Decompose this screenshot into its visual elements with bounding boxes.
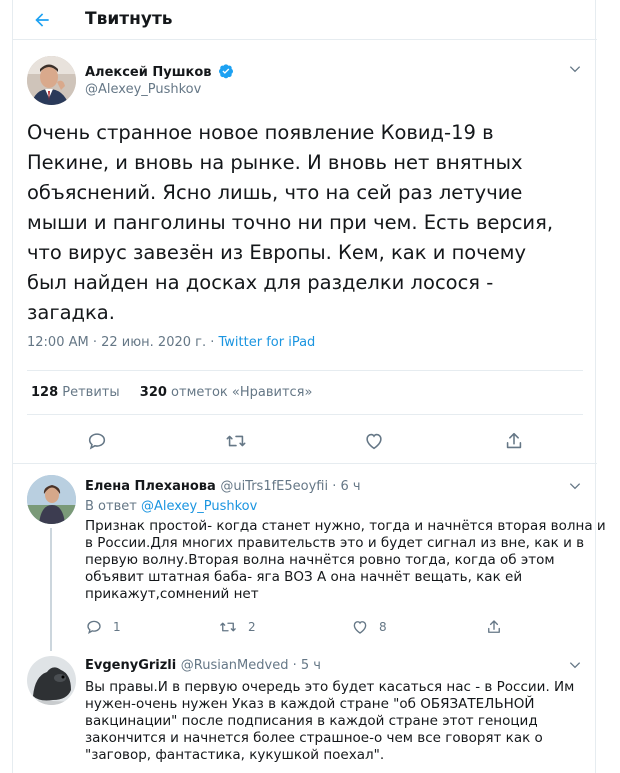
tweet-page: Твитнуть Алексей Пушков @Alexey_Pushkov … [12,0,606,773]
reply-text-line: в России.Для многих правительств это и б… [85,535,585,551]
chevron-down-icon [569,66,581,73]
tweet-source-link[interactable]: Twitter for iPad [219,335,316,350]
tweet-text-line: Пекине, и вновь на рынке. И вновь нет вн… [27,151,523,174]
retweet-button[interactable] [224,430,248,452]
reply-text: Признак простой- когда станет нужно, тог… [85,518,606,603]
reply-author-avatar[interactable] [27,475,76,524]
reply-button[interactable] [86,430,108,452]
reply-text-line: первую волну.Вторая волна начнётся ровно… [85,552,555,568]
tweet-text-line: мыши и панголины точно ни при чем. Есть … [27,211,554,234]
back-button[interactable] [27,6,57,34]
in-reply-prefix: В ответ [85,499,141,514]
divider [27,370,583,371]
like-button[interactable] [363,430,385,452]
tweet-stats: 128 Ретвиты 320 отметок «Нравится» [31,385,328,400]
reply-text-line: вакцинации" после подписания в каждой ст… [85,713,538,729]
author-avatar[interactable] [27,56,76,105]
reply-author-name[interactable]: Елена Плеханова @uiTrs1fE5eoyfii · 6 ч [85,479,361,494]
retweet-icon [220,622,236,632]
verified-badge-icon [219,64,234,79]
like-count: 8 [379,620,387,634]
retweets-count: 128 [31,385,59,400]
tweet-text-line: объяснений. Ясно лишь, что на сей раз ле… [27,181,523,204]
reply-author-name[interactable]: EvgenyGrizli @RusianMedved · 5 ч [85,658,321,673]
reply-text-line: Вы правы.И в первую очередь это будет ка… [85,679,575,695]
author-name-text: Алексей Пушков [85,65,212,80]
retweets-label: Ретвиты [58,385,120,400]
reply-count: 1 [113,620,121,634]
chevron-down-icon [569,483,581,490]
author-handle[interactable]: @Alexey_Pushkov [85,82,201,97]
arrow-left-icon [35,13,49,27]
reply-icon [87,620,101,634]
tweet-timestamp[interactable]: 12:00 AM · 22 июн. 2020 г. · [27,335,219,350]
tweet-text-line: загадка. [27,301,115,324]
reply-author-handle: @RusianMedved [180,658,289,673]
reply-more-options-button[interactable] [566,656,584,674]
tweet-text-line: был найден на досках для разделки лосося… [27,271,494,294]
tweet-text-line: что вирус завезён из Европы. Кем, как и … [27,241,527,264]
in-reply-to: В ответ @Alexey_Pushkov [85,499,257,514]
tweet-text-line: Очень странное новое появление Ковид-19 … [27,121,494,144]
likes-stat[interactable]: 320 отметок «Нравится» [140,385,313,400]
reply-more-options-button[interactable] [566,477,584,495]
author-name[interactable]: Алексей Пушков [85,63,234,80]
retweet-count: 2 [248,620,256,634]
reply-text-line: Признак простой- когда станет нужно, тог… [85,518,606,534]
in-reply-handle-link[interactable]: @Alexey_Pushkov [141,499,257,514]
share-icon [506,432,522,449]
reply-like-button[interactable]: 8 [351,618,387,636]
chevron-down-icon [569,662,581,669]
reply-icon [88,433,106,450]
reply-text-line: закончится и начнется более страшное-о ч… [85,730,543,746]
reply-text-line: "заговор, фантастика, кукушкой поехал". [85,747,385,763]
retweet-icon [226,435,246,447]
share-icon [488,620,500,633]
reply-reply-button[interactable]: 1 [85,618,121,636]
page-title: Твитнуть [85,9,173,29]
reply-time: · 6 ч [328,479,361,494]
retweets-stat[interactable]: 128 Ретвиты [31,385,120,400]
divider [13,463,597,464]
likes-label: отметок «Нравится» [166,385,313,400]
reply-time: · 5 ч [288,658,321,673]
tweet-text: Очень странное новое появление Ковид-19 … [27,118,557,328]
divider [27,414,583,415]
reply-author-avatar[interactable] [27,656,76,705]
reply-text-line: прикажут,сомнений нет [85,586,259,602]
reply-author-name-text: Елена Плеханова [85,479,216,494]
reply-retweet-button[interactable]: 2 [218,618,256,636]
reply-share-button[interactable] [485,618,503,636]
reply-author-name-text: EvgenyGrizli [85,658,177,673]
reply-author-handle: @uiTrs1fE5eoyfii [220,479,329,494]
thread-line [50,528,52,651]
share-button[interactable] [503,430,525,452]
reply-text-line: объявит штатная баба- яга ВОЗ А она начн… [85,569,523,585]
heart-icon [366,433,382,450]
more-options-button[interactable] [566,60,584,78]
page-header: Твитнуть [13,0,597,40]
tweet-meta: 12:00 AM · 22 июн. 2020 г. · Twitter for… [27,335,315,350]
likes-count: 320 [139,385,167,400]
reply-text: Вы правы.И в первую очередь это будет ка… [85,679,585,764]
heart-icon [353,621,367,634]
reply-text-line: нужен-очень нужен Указ в каждой стране "… [85,696,535,712]
